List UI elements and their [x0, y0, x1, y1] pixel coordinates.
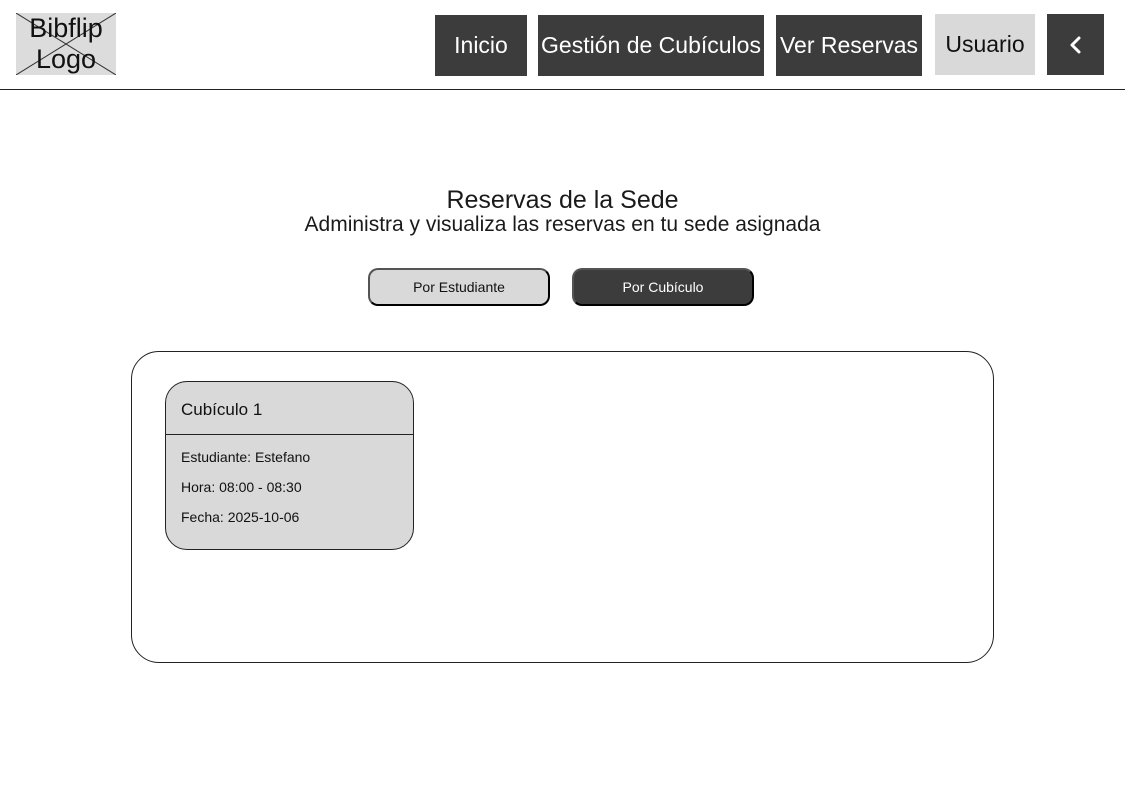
page-subtitle: Administra y visualiza las reservas en t… — [304, 213, 821, 236]
card-title: Cubículo 1 — [181, 400, 263, 419]
filter-por-cubiculo-button[interactable]: Por Cubículo — [572, 268, 754, 306]
reservation-card[interactable]: Cubículo 1 Estudiante: Estefano Hora: 08… — [165, 381, 414, 550]
nav-gestion-cubiculos-button[interactable]: Gestión de Cubículos — [538, 15, 764, 76]
chevron-left-icon — [1070, 36, 1080, 53]
nav-ver-reservas-button[interactable]: Ver Reservas — [776, 15, 922, 76]
card-header: Cubículo 1 — [166, 382, 413, 435]
top-header: Bibflip Logo Inicio Gestión de Cubículos… — [0, 0, 1125, 90]
logo-text: Bibflip Logo — [29, 13, 103, 74]
nav-inicio-button[interactable]: Inicio — [435, 15, 527, 76]
filter-por-estudiante-button[interactable]: Por Estudiante — [368, 268, 550, 306]
page-title: Reservas de la Sede — [446, 186, 679, 214]
nav-usuario-button[interactable]: Usuario — [935, 14, 1035, 75]
logo-placeholder: Bibflip Logo — [16, 13, 116, 75]
card-date: Fecha: 2025-10-06 — [181, 509, 300, 525]
card-time: Hora: 08:00 - 08:30 — [181, 479, 302, 495]
back-button[interactable] — [1047, 14, 1104, 75]
card-student: Estudiante: Estefano — [181, 449, 311, 465]
